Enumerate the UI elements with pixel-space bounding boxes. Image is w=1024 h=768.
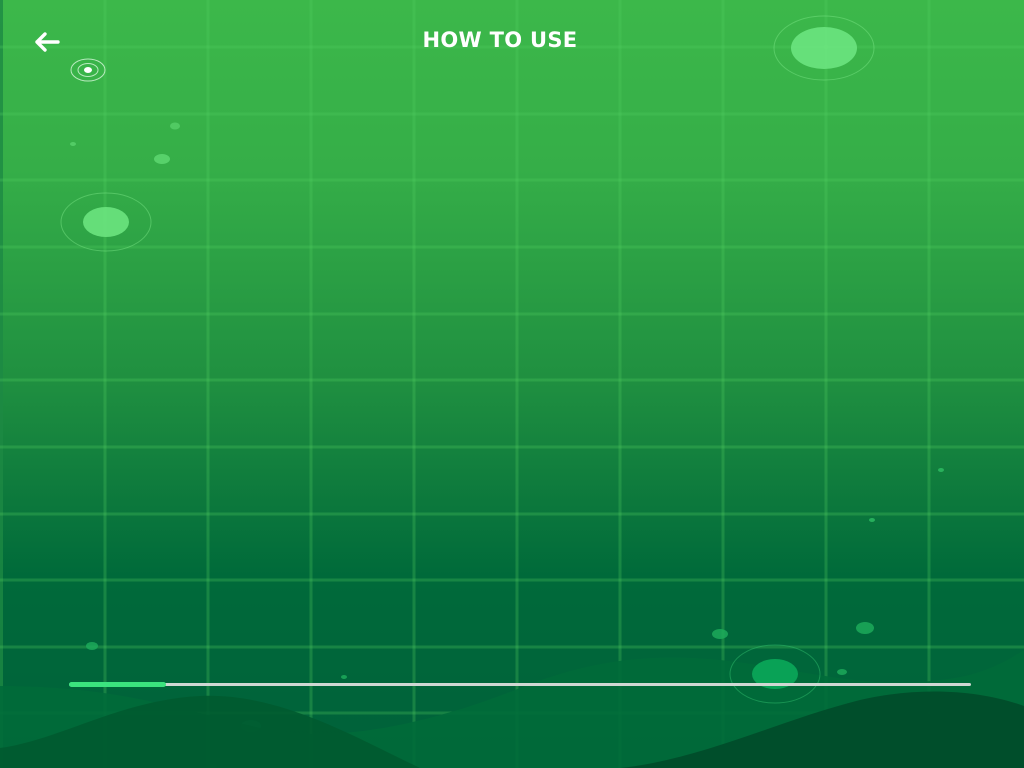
game-background [0,0,1024,768]
particle [170,122,180,130]
progress-track [69,682,971,687]
particle [70,142,76,146]
progress-fill [69,682,167,687]
particle [86,642,98,650]
particle [154,154,170,164]
particle [341,675,347,679]
particle [712,629,728,639]
particle [869,518,875,522]
particle [856,622,874,634]
particle [938,468,944,472]
header-bar: HOW TO USE [0,0,1024,84]
particle [837,669,847,675]
page-title: HOW TO USE [422,28,578,52]
